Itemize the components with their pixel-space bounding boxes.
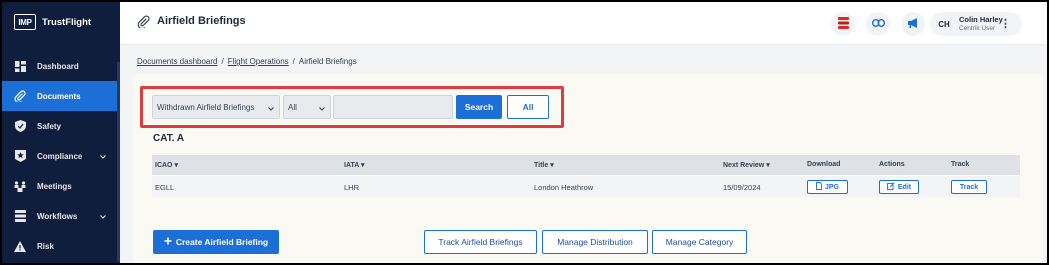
column-header-actions: Actions [879, 161, 905, 168]
more-vertical-icon[interactable]: ⋮ [1000, 17, 1011, 30]
column-header-title[interactable]: Title ▾ [534, 161, 554, 169]
stack-button[interactable] [831, 12, 855, 36]
user-menu[interactable]: CH Colin Harley Centrik User ⋮ [930, 12, 1022, 36]
column-header-track: Track [951, 161, 970, 168]
section-title: CAT. A [153, 133, 185, 144]
cell-icao: EGLL [155, 183, 175, 192]
manage-category-button[interactable]: Manage Category [652, 230, 747, 254]
status-select[interactable]: Withdrawn Airfield Briefings [152, 95, 280, 119]
table-header: ICAO ▾ IATA ▾ Title ▾ Next Review ▾ Down… [152, 155, 1020, 175]
edit-button[interactable]: Edit [879, 180, 919, 194]
brand-name: TrustFlight [42, 16, 92, 28]
search-input[interactable] [333, 95, 453, 119]
sidebar-item-meetings[interactable]: Meetings [2, 171, 120, 201]
sidebar-item-label: Risk [37, 241, 54, 251]
breadcrumb-separator: / [221, 57, 224, 66]
chevron-down-icon[interactable] [100, 212, 106, 221]
announcements-button[interactable] [901, 12, 925, 36]
edit-label: Edit [897, 183, 912, 191]
breadcrumb-separator: / [292, 57, 295, 66]
search-button[interactable]: Search [456, 95, 502, 119]
dashboard-icon [14, 60, 26, 72]
chevron-down-icon[interactable] [100, 152, 106, 161]
sidebar-item-label: Documents [37, 91, 81, 101]
meetings-icon [14, 180, 26, 192]
download-label: JPG [824, 183, 839, 191]
cell-iata: LHR [344, 183, 360, 192]
column-header-icao[interactable]: ICAO ▾ [155, 161, 178, 169]
category-select[interactable]: All [283, 95, 331, 119]
manage-distribution-button[interactable]: Manage Distribution [542, 230, 648, 254]
sidebar-item-documents[interactable]: Documents [2, 81, 120, 111]
sidebar-item-label: Compliance [37, 151, 83, 161]
page-title: Airfield Briefings [157, 15, 246, 27]
shield-icon [14, 120, 26, 132]
brand[interactable]: IMP TrustFlight [2, 2, 120, 42]
sidebar-item-safety[interactable]: Safety [2, 111, 120, 141]
user-role: Centrik User [959, 25, 996, 32]
breadcrumb: Documents dashboard / Flight Operations … [137, 57, 357, 66]
avatar: CH [938, 19, 950, 29]
sidebar-item-workflows[interactable]: Workflows [2, 201, 120, 231]
all-button[interactable]: All [507, 95, 549, 119]
track-airfield-briefings-button[interactable]: Track Airfield Briefings [424, 230, 537, 254]
star-badge-icon [14, 150, 26, 162]
user-info: Colin Harley Centrik User [959, 15, 1003, 33]
table-row: EGLL LHR London Heathrow 15/09/2024 JPG … [152, 176, 1020, 197]
workflows-icon [14, 210, 26, 222]
breadcrumb-documents-dashboard[interactable]: Documents dashboard [137, 57, 218, 66]
create-label: Create Airfield Briefing [175, 237, 269, 247]
link-button[interactable] [866, 12, 890, 36]
sidebar-item-compliance[interactable]: Compliance [2, 141, 120, 171]
breadcrumb-flight-operations[interactable]: Flight Operations [228, 57, 289, 66]
megaphone-icon [907, 18, 919, 30]
track-button[interactable]: Track [951, 180, 987, 194]
sidebar-scrollbar[interactable] [117, 62, 120, 262]
cell-title: London Heathrow [534, 183, 594, 192]
column-header-iata[interactable]: IATA ▾ [344, 161, 365, 169]
plus-icon [164, 237, 172, 247]
column-header-download: Download [807, 161, 841, 168]
chevron-down-icon [319, 104, 325, 113]
sidebar-item-label: Dashboard [37, 61, 79, 71]
app-window: IMP TrustFlight Dashboard Documents Safe… [2, 2, 1047, 263]
sidebar-item-risk[interactable]: Risk [2, 231, 120, 261]
stack-icon [837, 17, 849, 31]
breadcrumb-current: Airfield Briefings [298, 57, 357, 66]
download-jpg-button[interactable]: JPG [807, 180, 848, 194]
create-airfield-briefing-button[interactable]: Create Airfield Briefing [153, 230, 279, 254]
edit-icon [886, 182, 895, 192]
imp-logo: IMP [14, 14, 36, 30]
paperclip-icon [137, 15, 150, 30]
chevron-down-icon [268, 104, 274, 113]
sidebar-nav: Dashboard Documents Safety Compliance Me… [2, 51, 120, 261]
user-name: Colin Harley [959, 15, 1003, 24]
sidebar-item-label: Workflows [37, 211, 78, 221]
warning-icon [14, 240, 26, 252]
sidebar-item-dashboard[interactable]: Dashboard [2, 51, 120, 81]
file-icon [816, 182, 822, 192]
column-header-next-review[interactable]: Next Review ▾ [723, 161, 770, 169]
paperclip-icon [14, 90, 26, 102]
sidebar-item-label: Safety [37, 121, 62, 131]
sidebar-item-label: Meetings [37, 181, 72, 191]
link-icon [871, 18, 885, 29]
category-select-value: All [288, 102, 297, 112]
status-select-value: Withdrawn Airfield Briefings [157, 102, 255, 112]
sidebar: IMP TrustFlight Dashboard Documents Safe… [2, 2, 120, 263]
cell-next-review: 15/09/2024 [723, 183, 761, 192]
top-header: Airfield Briefings CH Colin Harley Centr… [120, 2, 1047, 45]
